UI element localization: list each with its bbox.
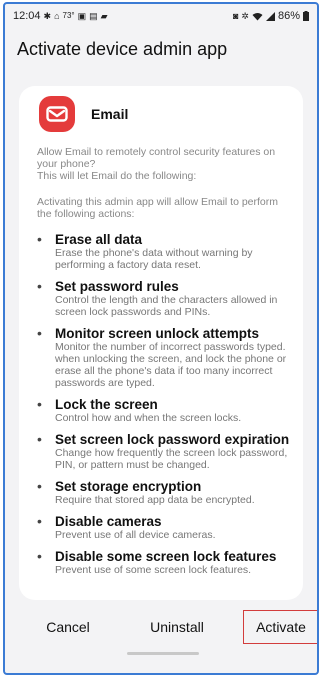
permission-item: • Set password rules Control the length … bbox=[37, 279, 291, 318]
permission-item: • Erase all data Erase the phone's data … bbox=[37, 232, 291, 271]
bullet-icon: • bbox=[37, 548, 42, 564]
activate-button[interactable]: Activate bbox=[243, 610, 317, 644]
status-left: 12:04 ✱ ⌂ 73° ▣ ▤ ▰ bbox=[13, 10, 108, 22]
status-bar: 12:04 ✱ ⌂ 73° ▣ ▤ ▰ ◙ ✲ 86% bbox=[5, 4, 317, 28]
permission-title: Set password rules bbox=[55, 279, 179, 294]
permission-description: Prevent use of all device cameras. bbox=[55, 529, 216, 541]
mute-icon: ◙ bbox=[232, 10, 239, 21]
permission-title: Erase all data bbox=[55, 232, 143, 247]
status-time: 12:04 bbox=[13, 10, 41, 22]
page-title: Activate device admin app bbox=[17, 38, 228, 59]
permission-item: • Set storage encryption Require that st… bbox=[37, 479, 291, 506]
permission-title: Set storage encryption bbox=[55, 479, 202, 494]
bluetooth-icon: ✲ bbox=[241, 10, 249, 21]
phone-screen: 12:04 ✱ ⌂ 73° ▣ ▤ ▰ ◙ ✲ 86% Activate dev… bbox=[3, 2, 319, 675]
permission-title: Disable some screen lock features bbox=[55, 549, 277, 564]
app-name: Email bbox=[91, 106, 129, 122]
permission-description: Require that stored app data be encrypte… bbox=[55, 494, 255, 506]
app-icon: ▤ bbox=[89, 10, 98, 21]
permission-title: Set screen lock password expiration bbox=[55, 432, 290, 447]
permission-list: • Erase all data Erase the phone's data … bbox=[31, 232, 291, 576]
battery-icon bbox=[303, 11, 309, 21]
bullet-icon: • bbox=[37, 396, 42, 412]
bullet-icon: • bbox=[37, 513, 42, 529]
permission-title: Monitor screen unlock attempts bbox=[55, 326, 260, 341]
actions-intro-text: Activating this admin app will allow Ema… bbox=[37, 196, 279, 220]
admin-intro-text: Allow Email to remotely control security… bbox=[37, 146, 276, 182]
permission-item: • Disable some screen lock features Prev… bbox=[37, 549, 291, 576]
permission-description: Control the length and the characters al… bbox=[55, 294, 278, 318]
signal-icon bbox=[265, 11, 275, 21]
notification-icon: ✱ bbox=[43, 10, 52, 21]
uninstall-button[interactable]: Uninstall bbox=[137, 610, 217, 644]
notification-icon: ⌂ bbox=[54, 10, 60, 21]
bullet-icon: • bbox=[37, 431, 42, 447]
temperature-icon: 73° bbox=[62, 11, 75, 20]
bullet-icon: • bbox=[37, 325, 42, 341]
bullet-icon: • bbox=[37, 478, 42, 494]
admin-details-card: Email Allow Email to remotely control se… bbox=[19, 86, 303, 600]
permission-item: • Disable cameras Prevent use of all dev… bbox=[37, 514, 291, 541]
permission-description: Prevent use of some screen lock features… bbox=[55, 564, 252, 576]
permission-description: Monitor the number of incorrect password… bbox=[55, 341, 287, 389]
permission-description: Erase the phone's data without warning b… bbox=[55, 247, 253, 271]
gesture-nav-handle[interactable] bbox=[127, 652, 199, 655]
permission-item: • Set screen lock password expiration Ch… bbox=[37, 432, 291, 471]
wifi-icon bbox=[252, 12, 263, 20]
gallery-icon: ▣ bbox=[77, 10, 87, 21]
bullet-icon: • bbox=[37, 231, 42, 247]
permission-description: Change how frequently the screen lock pa… bbox=[55, 447, 288, 471]
cancel-button[interactable]: Cancel bbox=[35, 610, 101, 644]
app-row: Email bbox=[31, 94, 291, 134]
permission-title: Disable cameras bbox=[55, 514, 162, 529]
page-header: Activate device admin app bbox=[5, 28, 317, 70]
action-bar: Cancel Uninstall Activate bbox=[5, 607, 317, 647]
battery-percent: 86% bbox=[277, 10, 300, 22]
status-right: ◙ ✲ 86% bbox=[233, 10, 309, 22]
mail-icon bbox=[39, 96, 75, 132]
permission-item: • Monitor screen unlock attempts Monitor… bbox=[37, 326, 291, 389]
bullet-icon: • bbox=[37, 278, 42, 294]
permission-description: Control how and when the screen locks. bbox=[55, 412, 242, 424]
permission-item: • Lock the screen Control how and when t… bbox=[37, 397, 291, 424]
app-icon: ▰ bbox=[100, 10, 108, 21]
permission-title: Lock the screen bbox=[55, 397, 158, 412]
